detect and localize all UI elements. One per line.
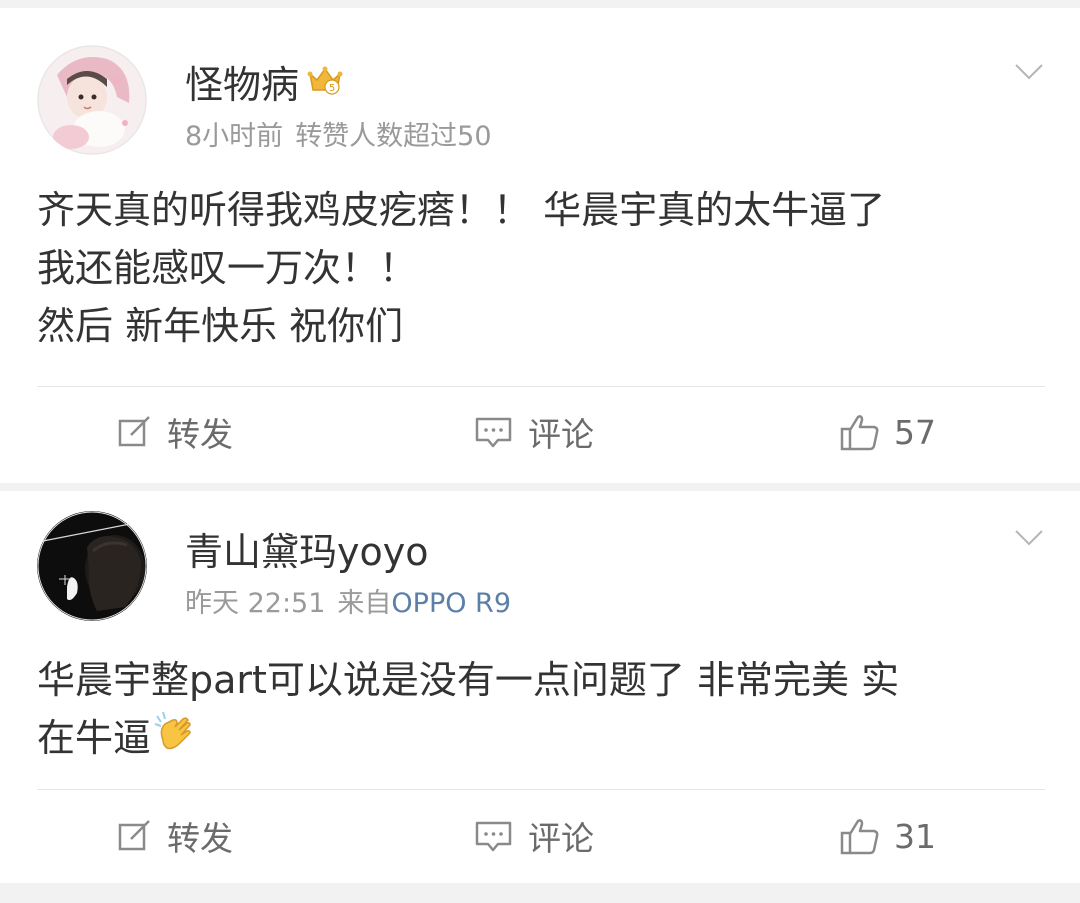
crown-level-badge-icon: 5 — [307, 60, 343, 104]
svg-text:5: 5 — [329, 83, 335, 94]
avatar[interactable] — [37, 45, 147, 155]
chevron-down-icon[interactable] — [1014, 528, 1044, 548]
comment-button[interactable]: 评论 — [474, 811, 594, 861]
like-count: 57 — [894, 412, 936, 452]
comment-line: 华晨宇整part可以说是没有一点问题了 非常完美 实 — [37, 658, 900, 702]
username-text[interactable]: 青山黛玛yoyo — [185, 521, 428, 576]
comment-card: 青山黛玛yoyo 昨天 22:51 来自OPPO R9 华晨宇整part可以说是没… — [0, 491, 1080, 883]
comment-line: 我还能感叹一万次！！ — [37, 246, 418, 290]
like-button[interactable]: 57 — [840, 407, 936, 457]
username-text[interactable]: 怪物病 — [185, 54, 299, 109]
divider — [37, 789, 1045, 790]
timestamp: 8小时前 — [185, 121, 284, 152]
comment-meta: 昨天 22:51 来自OPPO R9 — [185, 581, 511, 620]
like-button[interactable]: 31 — [840, 811, 936, 861]
comment-button[interactable]: 评论 — [474, 407, 594, 457]
comment-card: 怪物病 5 8小时前 转赞人数超过50 齐天真的听得我鸡皮疙瘩！！ 华晨宇真的太牛… — [0, 8, 1080, 483]
comment-body: 华晨宇整part可以说是没有一点问题了 非常完美 实 在牛逼 — [37, 651, 1040, 772]
source-device-link[interactable]: OPPO R9 — [391, 588, 511, 619]
comment-label: 评论 — [528, 415, 594, 454]
comment-line: 在牛逼 — [37, 716, 152, 760]
repost-edit-icon — [118, 820, 150, 851]
chevron-down-icon[interactable] — [1014, 62, 1044, 82]
username[interactable]: 怪物病 5 — [185, 54, 343, 109]
thumbs-up-icon — [840, 415, 879, 451]
comment-bubble-icon — [475, 821, 512, 852]
source-prefix: 来自 — [337, 588, 392, 619]
username[interactable]: 青山黛玛yoyo — [185, 521, 428, 576]
comment-line: 然后 新年快乐 祝你们 — [37, 304, 404, 348]
comment-bubble-icon — [475, 417, 512, 448]
comment-line-with-emoji: 在牛逼 — [37, 709, 1040, 772]
timestamp: 昨天 22:51 — [185, 588, 326, 619]
avatar[interactable] — [37, 511, 147, 621]
thumbs-up-icon — [840, 819, 879, 855]
repost-note: 转赞人数超过50 — [295, 121, 492, 152]
repost-button[interactable]: 转发 — [117, 407, 233, 457]
comment-line: 齐天真的听得我鸡皮疙瘩！！ 华晨宇真的太牛逼了 — [37, 188, 886, 232]
clapping-hands-icon — [153, 710, 199, 772]
comment-label: 评论 — [528, 819, 594, 858]
comment-meta: 8小时前 转赞人数超过50 — [185, 114, 492, 153]
comment-body: 齐天真的听得我鸡皮疙瘩！！ 华晨宇真的太牛逼了 我还能感叹一万次！！ 然后 新年… — [37, 181, 1040, 355]
divider — [37, 386, 1045, 387]
repost-edit-icon — [118, 416, 150, 447]
top-gap — [0, 0, 1080, 8]
repost-label: 转发 — [167, 415, 233, 454]
repost-button[interactable]: 转发 — [117, 811, 233, 861]
like-count: 31 — [894, 816, 936, 856]
repost-label: 转发 — [167, 819, 233, 858]
